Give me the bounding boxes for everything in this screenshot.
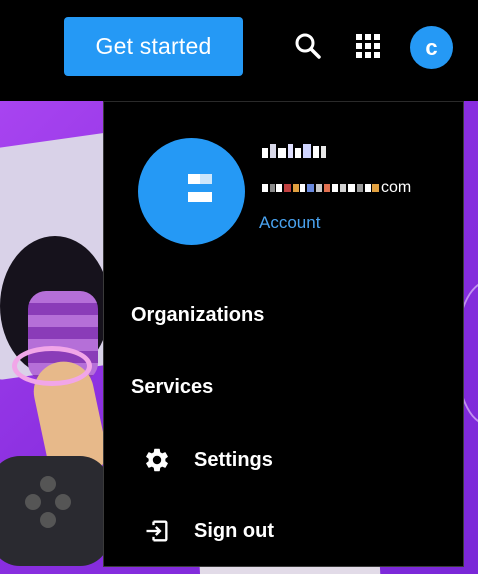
menu-item-settings[interactable]: Settings: [142, 445, 273, 475]
settings-label: Settings: [194, 448, 273, 471]
menu-item-sign-out[interactable]: Sign out: [142, 516, 274, 546]
gear-icon: [142, 445, 172, 475]
sign-out-icon: [142, 516, 172, 546]
avatar-initial-glyph: [188, 174, 212, 210]
sign-out-label: Sign out: [194, 519, 274, 542]
gamepad-button: [40, 512, 56, 528]
top-bar: Get started c: [0, 0, 478, 101]
app-window: Get started c com Account Organizations …: [0, 0, 478, 574]
menu-item-services[interactable]: Services: [131, 376, 213, 399]
email-domain-suffix: com: [381, 179, 412, 196]
account-link[interactable]: Account: [259, 213, 320, 233]
user-name: [262, 142, 332, 162]
artwork-gamepad: [0, 456, 110, 566]
gamepad-button: [40, 476, 56, 492]
menu-item-organizations[interactable]: Organizations: [131, 304, 264, 327]
user-email: com: [262, 178, 411, 198]
user-avatar: [138, 138, 245, 245]
gamepad-button: [25, 494, 41, 510]
account-menu: com Account Organizations Services Setti…: [103, 101, 464, 567]
apps-grid-icon[interactable]: [350, 28, 386, 64]
gamepad-button: [55, 494, 71, 510]
get-started-button[interactable]: Get started: [64, 17, 243, 76]
artwork-ring: [12, 346, 92, 386]
search-icon[interactable]: [290, 28, 326, 64]
user-avatar-button[interactable]: c: [410, 26, 453, 69]
